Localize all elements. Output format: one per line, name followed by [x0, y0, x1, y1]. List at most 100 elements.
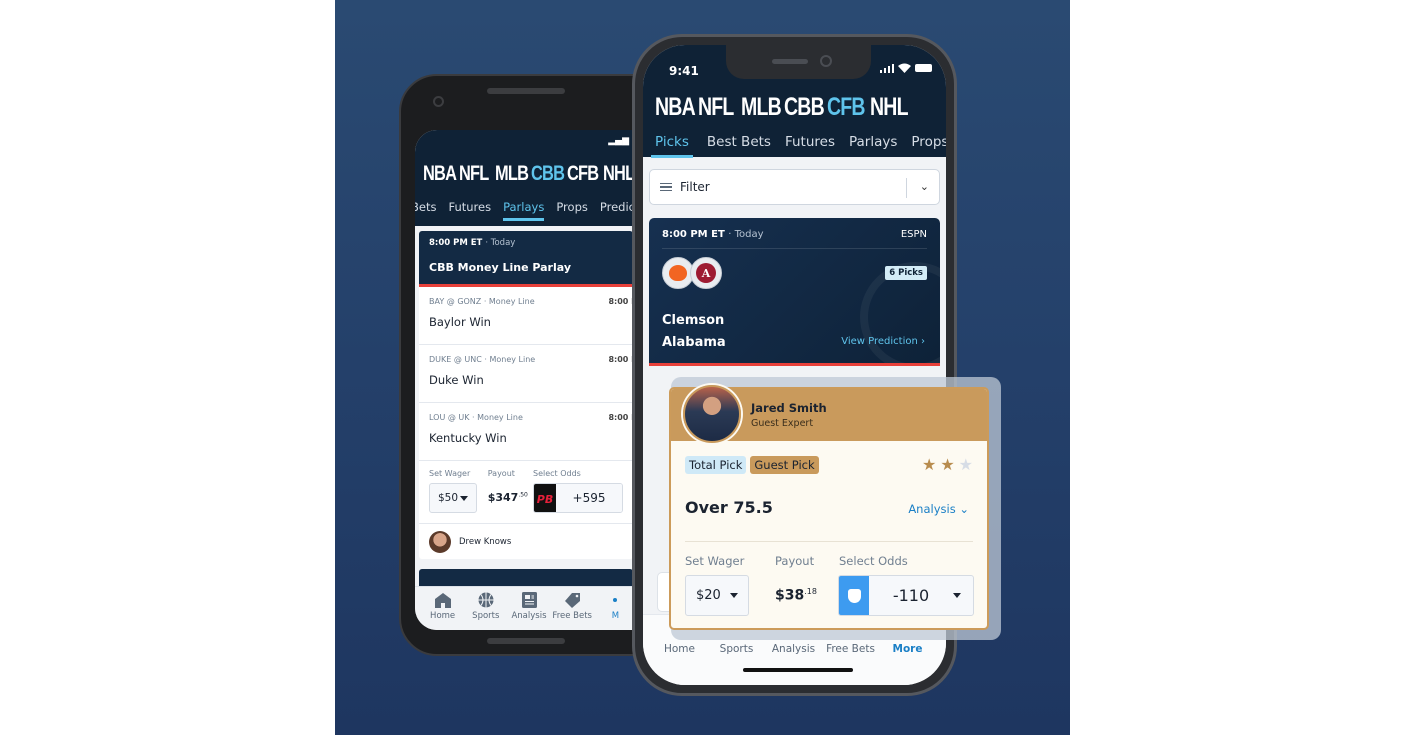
sport-nhl[interactable]: NHL [603, 162, 635, 186]
nav-label: Home [663, 643, 695, 655]
payout-value: $347.50 [487, 491, 528, 504]
parlay-header[interactable]: 8:00 PM ET · Today CBB Money Line Parlay [419, 231, 633, 287]
tab-props[interactable]: Props [911, 134, 946, 158]
sport-nfl[interactable]: NFL [459, 162, 489, 186]
odds-column: Select Odds PB +595 [533, 469, 623, 515]
avatar [683, 385, 741, 443]
nav-free-bets[interactable]: Free Bets [551, 587, 594, 630]
android-phone: ▂▄▆ NBA NFL MLB CBB CFB NHL Bets Futures… [399, 74, 671, 656]
signal-icon [879, 63, 894, 73]
expert-name: Drew Knows [459, 536, 512, 547]
team-name: Alabama [662, 335, 726, 350]
tab-predictions[interactable]: Predic [600, 200, 635, 221]
leg-time: 8:00 P [608, 413, 633, 422]
leg-pick: Baylor Win [429, 315, 491, 329]
section-tabs: Bets Futures Parlays Props Predic [415, 200, 635, 221]
nav-label: M [611, 611, 620, 621]
filter-dropdown[interactable]: Filter ⌄ [649, 169, 940, 205]
parlay-leg[interactable]: BAY @ GONZ · Money Line 8:00 P Baylor Wi… [419, 287, 633, 345]
basketball-icon [477, 592, 495, 608]
sport-nba[interactable]: NBA [655, 93, 696, 122]
tab-best-bets[interactable]: Bets [415, 200, 436, 221]
tab-parlays[interactable]: Parlays [503, 200, 545, 221]
filter-sliders-icon [660, 182, 672, 192]
tab-futures[interactable]: Futures [785, 134, 835, 158]
wager-label: Set Wager [685, 554, 745, 568]
sport-nba[interactable]: NBA [423, 162, 457, 186]
nav-label: More [892, 643, 923, 655]
expert-role: Guest Expert [751, 418, 814, 429]
sport-mlb[interactable]: MLB [495, 162, 529, 186]
phone-speaker [487, 88, 565, 94]
payout-column: Payout $347.50 [488, 469, 533, 515]
nav-sports[interactable]: Sports [464, 587, 507, 630]
filter-label: Filter [680, 180, 710, 194]
tab-best-bets[interactable]: Best Bets [707, 134, 771, 158]
parlay-card: 8:00 PM ET · Today CBB Money Line Parlay… [419, 231, 633, 559]
odds-label: Select Odds [839, 554, 908, 568]
leg-time: 8:00 P [608, 355, 633, 364]
star-filled-icon: ★ [921, 455, 937, 474]
pick-tags: Total Pick Guest Pick [685, 456, 819, 474]
wager-label: Set Wager [429, 469, 471, 478]
odds-select[interactable]: -110 [838, 575, 974, 616]
leg-meta: LOU @ UK · Money Line [429, 413, 523, 422]
nav-label: Sports [719, 643, 754, 655]
sport-nfl[interactable]: NFL [698, 93, 734, 122]
leg-meta: BAY @ GONZ · Money Line [429, 297, 535, 306]
wager-row: Set Wager $50 Payout $347.50 Select Odds… [419, 461, 633, 523]
star-filled-icon: ★ [940, 455, 955, 474]
pick-selection: Over 75.5 [685, 498, 773, 517]
nav-label: Analysis [511, 611, 547, 621]
expert-row[interactable]: Drew Knows [419, 523, 633, 559]
sport-cbb[interactable]: CBB [784, 93, 825, 122]
notch [726, 45, 871, 79]
sport-cbb[interactable]: CBB [531, 162, 565, 186]
star-rating: ★ ★ ★ [922, 455, 973, 474]
analysis-toggle[interactable]: Analysis ⌄ [908, 502, 969, 516]
parlay-leg[interactable]: LOU @ UK · Money Line 8:00 P Kentucky Wi… [419, 403, 633, 461]
tab-parlays[interactable]: Parlays [849, 134, 897, 158]
sport-mlb[interactable]: MLB [741, 93, 782, 122]
phone-speaker [772, 59, 808, 64]
chevron-down-icon: ⌄ [919, 180, 929, 193]
wager-select[interactable]: $50 [429, 483, 477, 513]
sport-nhl[interactable]: NHL [870, 93, 909, 122]
nav-label: Free Bets [552, 611, 592, 621]
expert-name[interactable]: Jared Smith [751, 401, 827, 415]
wager-value: $50 [438, 492, 459, 504]
leg-time: 8:00 P [608, 297, 633, 306]
wager-select[interactable]: $20 [685, 575, 749, 616]
signal-icon: ▂▄▆ [608, 136, 629, 146]
tab-props[interactable]: Props [556, 200, 588, 221]
odds-value: -110 [892, 586, 930, 605]
tab-picks[interactable]: Picks [651, 134, 693, 158]
nav-home[interactable]: Home [421, 587, 464, 630]
tab-futures[interactable]: Futures [448, 200, 491, 221]
tag-total-pick: Total Pick [685, 456, 747, 474]
nav-analysis[interactable]: Analysis [507, 587, 550, 630]
nav-more[interactable]: M [594, 587, 637, 630]
more-icon [606, 592, 624, 608]
odds-label: Select Odds [533, 469, 581, 478]
wager-labels: Set Wager Payout Select Odds [685, 554, 908, 568]
parlay-leg[interactable]: DUKE @ UNC · Money Line 8:00 P Duke Win [419, 345, 633, 403]
matchup: Clemson Alabama [662, 310, 726, 354]
tag-icon [563, 592, 581, 608]
payout-label: Payout [775, 554, 815, 568]
battery-icon [915, 64, 932, 72]
odds-select[interactable]: PB +595 [533, 483, 623, 513]
sport-cfb[interactable]: CFB [567, 162, 599, 186]
sport-cfb[interactable]: CFB [827, 93, 866, 122]
caret-down-icon [953, 593, 961, 598]
payout-label: Payout [487, 469, 515, 478]
phone-camera [433, 96, 444, 107]
parlay-time: 8:00 PM ET · Today [429, 238, 516, 248]
view-prediction-link[interactable]: View Prediction › [841, 336, 925, 347]
section-tabs: Picks Best Bets Futures Parlays Props [651, 134, 946, 158]
nav-label: Home [430, 611, 456, 621]
wager-column: Set Wager $50 [429, 469, 488, 515]
game-card[interactable]: 8:00 PM ET · Today ESPN A 6 Picks Clemso… [649, 218, 940, 366]
sport-selector: NBA NFL MLB CBB CFB NHL [655, 93, 909, 122]
expert-pick-card: Jared Smith Guest Expert Total Pick Gues… [669, 385, 989, 630]
